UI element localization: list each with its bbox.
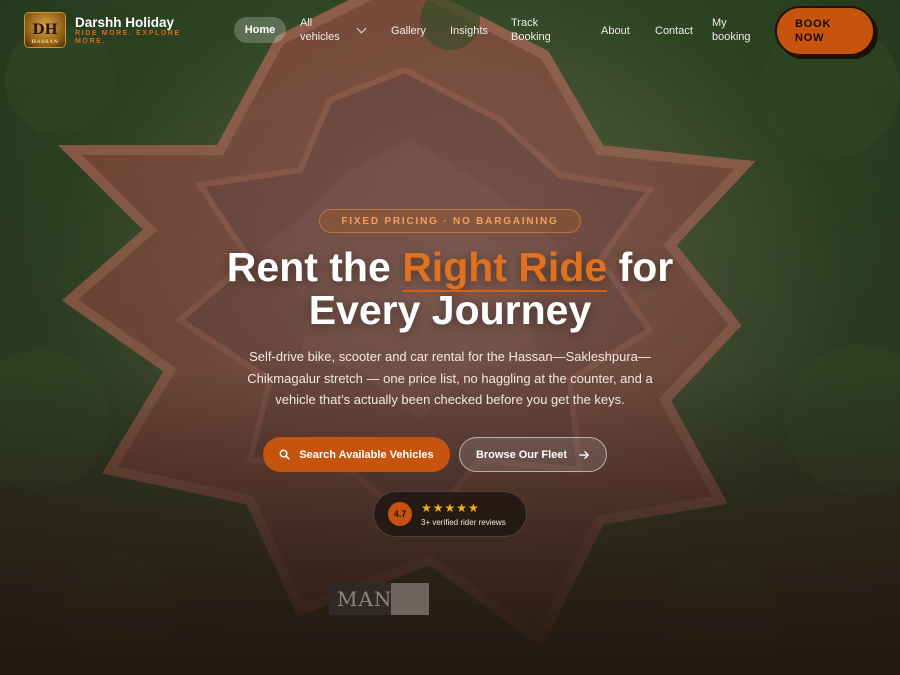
rating-card: 4.7 ★★★★★ 3+ verified rider reviews bbox=[373, 491, 527, 537]
rating-score: 4.7 bbox=[388, 502, 412, 526]
headline-accent: Right Ride bbox=[402, 244, 608, 290]
pricing-badge-text: FIXED PRICING · NO BARGAINING bbox=[341, 215, 559, 227]
headline-part-1: Rent the bbox=[226, 244, 403, 290]
floating-text: MAN bbox=[329, 583, 391, 615]
brand-name: Darshh Holiday bbox=[75, 14, 175, 30]
brand-text: Darshh Holiday RIDE MORE. EXPLORE MORE. bbox=[75, 15, 193, 46]
nav-item-home[interactable]: Home bbox=[234, 17, 286, 43]
nav-item-about[interactable]: About bbox=[601, 24, 630, 38]
rating-info: ★★★★★ 3+ verified rider reviews bbox=[421, 500, 506, 527]
headline-line-2: Every Journey bbox=[308, 287, 592, 333]
nav-item-contact[interactable]: Contact bbox=[655, 24, 693, 38]
brand-logo-text: DH bbox=[32, 22, 58, 38]
star-rating-icon: ★★★★★ bbox=[421, 500, 480, 515]
headline-part-2: for bbox=[607, 244, 674, 290]
floating-text-artifact: MAN bbox=[329, 583, 429, 615]
brand-logo[interactable]: DH HASSAN bbox=[24, 12, 66, 48]
chevron-down-icon[interactable] bbox=[356, 23, 367, 34]
hero-subtitle: Self-drive bike, scooter and car rental … bbox=[247, 349, 653, 407]
browse-fleet-label: Browse Our Fleet bbox=[475, 448, 568, 461]
hero-section: DH HASSAN Darshh Holiday RIDE MORE. EXPL… bbox=[0, 0, 900, 675]
navbar: DH HASSAN Darshh Holiday RIDE MORE. EXPL… bbox=[0, 0, 900, 62]
browse-fleet-button[interactable]: Browse Our Fleet bbox=[459, 437, 607, 472]
nav-item-insights[interactable]: Insights bbox=[450, 24, 488, 38]
nav-item-all-vehicles[interactable]: All vehicles bbox=[300, 16, 350, 44]
book-now-button[interactable]: BOOK NOW bbox=[775, 6, 875, 56]
nav-item-track-booking[interactable]: Track Booking bbox=[511, 16, 559, 44]
brand-logo-subtext: HASSAN bbox=[31, 39, 59, 45]
nav-item-my-booking[interactable]: My booking bbox=[712, 16, 760, 44]
search-vehicles-label: Search Available Vehicles bbox=[299, 448, 434, 461]
search-icon bbox=[279, 449, 290, 460]
pricing-badge: FIXED PRICING · NO BARGAINING bbox=[319, 209, 581, 233]
hero-background-image bbox=[0, 0, 900, 675]
search-vehicles-button[interactable]: Search Available Vehicles bbox=[263, 437, 450, 472]
hero-headline: Rent the Right Ride for Every Journey bbox=[0, 246, 900, 332]
brand[interactable]: DH HASSAN Darshh Holiday RIDE MORE. EXPL… bbox=[24, 12, 193, 48]
nav-item-gallery[interactable]: Gallery bbox=[391, 24, 426, 38]
rating-caption: 3+ verified rider reviews bbox=[421, 517, 506, 527]
arrow-right-icon bbox=[579, 450, 590, 460]
book-now-label: BOOK NOW bbox=[795, 18, 832, 44]
brand-tagline: RIDE MORE. EXPLORE MORE. bbox=[75, 29, 181, 45]
floating-block bbox=[391, 583, 429, 615]
